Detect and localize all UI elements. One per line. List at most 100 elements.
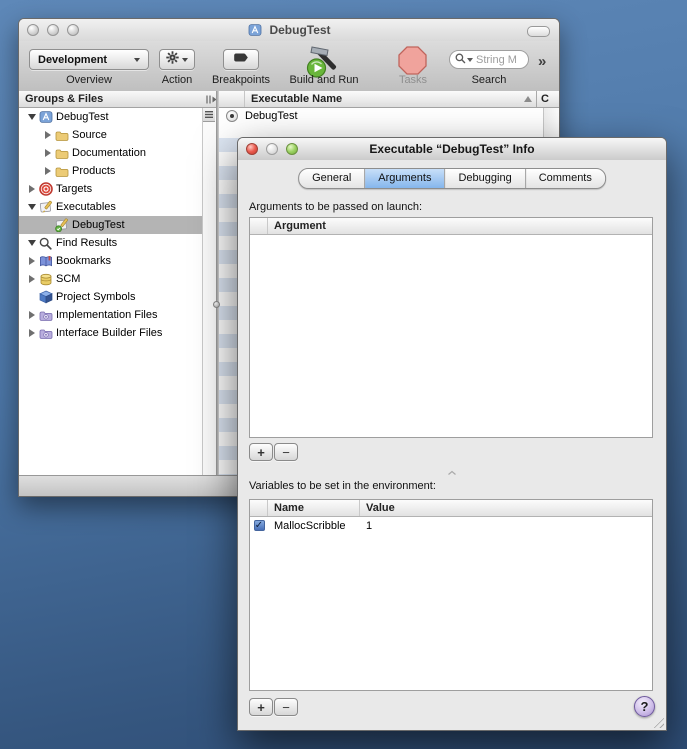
tab-arguments[interactable]: Arguments (364, 169, 444, 188)
overview-popup[interactable]: Development (29, 49, 149, 70)
add-variable-button[interactable]: + (249, 698, 273, 716)
sidebar-item-debugtest[interactable]: DebugTest (19, 108, 203, 126)
sidebar-scrollbar[interactable] (202, 108, 216, 476)
cube-icon (38, 290, 53, 304)
disclosure-triangle[interactable] (25, 114, 38, 120)
argument-column-header[interactable]: Argument (268, 218, 652, 234)
breakpoint-icon (233, 51, 250, 69)
database-icon (38, 272, 53, 286)
executable-info-window: Executable “DebugTest” Info GeneralArgum… (237, 137, 667, 731)
executable-name-column-header[interactable]: Executable Name (245, 91, 537, 107)
action-button[interactable] (159, 49, 195, 70)
table-row[interactable]: ✓MallocScribble1 (250, 517, 652, 534)
variable-value-cell[interactable]: 1 (360, 520, 652, 532)
section-resize-handle[interactable] (447, 463, 457, 481)
executable-name: DebugTest (245, 110, 298, 122)
executable-icon (38, 200, 53, 214)
sidebar-item-targets[interactable]: Targets (19, 180, 203, 198)
value-column-header[interactable]: Value (360, 500, 652, 516)
remove-variable-button[interactable]: − (274, 698, 298, 716)
tasks-label: Tasks (390, 74, 436, 86)
build-and-run-label: Build and Run (281, 74, 367, 86)
disclosure-triangle[interactable] (25, 185, 38, 193)
window-resize-grip[interactable] (651, 715, 664, 728)
disclosure-triangle[interactable] (25, 257, 38, 265)
active-executable-radio[interactable] (226, 110, 238, 122)
sidebar-item-documentation[interactable]: Documentation (19, 144, 203, 162)
xcode-app-icon (247, 23, 262, 37)
sidebar-item-bookmarks[interactable]: Bookmarks (19, 252, 203, 270)
arguments-table[interactable]: Argument (249, 217, 653, 438)
disclosure-triangle[interactable] (25, 240, 38, 246)
disclosure-triangle[interactable] (25, 311, 38, 319)
sidebar-item-project-symbols[interactable]: Project Symbols (19, 288, 203, 306)
breakpoints-button[interactable] (223, 49, 259, 70)
magnifier-icon (38, 236, 53, 250)
sidebar-item-products[interactable]: Products (19, 162, 203, 180)
sidebar-item-source[interactable]: Source (19, 126, 203, 144)
variable-enabled-column-header[interactable] (250, 500, 268, 516)
comments-column-header[interactable]: C (537, 91, 559, 107)
breakpoints-label: Breakpoints (205, 74, 277, 86)
active-executable-column-header[interactable] (219, 91, 245, 107)
desktop: { "colors": { "desktop_blue": "#4c76a6",… (0, 0, 687, 749)
tab-debugging[interactable]: Debugging (444, 169, 524, 188)
sidebar-item-label: SCM (56, 273, 80, 285)
toolbar-toggle-pill[interactable] (527, 26, 550, 37)
project-window-titlebar[interactable]: DebugTest (19, 19, 559, 41)
variables-table[interactable]: Name Value ✓MallocScribble1 (249, 499, 653, 691)
sidebar-splitter-handle[interactable] (213, 301, 220, 308)
build-and-run-button[interactable] (303, 44, 343, 78)
arguments-table-body[interactable] (250, 235, 652, 437)
gear-icon (166, 51, 179, 69)
search-input[interactable] (476, 54, 526, 66)
add-argument-button[interactable]: + (249, 443, 273, 461)
target-icon (38, 182, 53, 196)
disclosure-triangle[interactable] (25, 204, 38, 210)
disclosure-triangle[interactable] (25, 329, 38, 337)
sidebar-tree: DebugTest Source DocumentationProducts Targ… (19, 108, 203, 476)
info-window-titlebar[interactable]: Executable “DebugTest” Info (238, 138, 666, 161)
sidebar-item-label: Source (72, 129, 107, 141)
sidebar-item-debugtest[interactable]: DebugTest (19, 216, 203, 234)
sidebar-item-label: Targets (56, 183, 92, 195)
sidebar-item-label: Interface Builder Files (56, 327, 162, 339)
executables-header: Executable Name C (219, 91, 559, 108)
chevron-down-icon (182, 58, 188, 62)
sidebar-item-label: Executables (56, 201, 116, 213)
project-icon (38, 110, 53, 124)
disclosure-triangle[interactable] (41, 131, 54, 139)
sidebar-item-executables[interactable]: Executables (19, 198, 203, 216)
variable-enabled-checkbox[interactable]: ✓ (254, 520, 265, 531)
sidebar-item-label: DebugTest (72, 219, 125, 231)
executable-row[interactable]: DebugTest (219, 108, 543, 124)
sidebar-item-scm[interactable]: SCM (19, 270, 203, 288)
remove-argument-button[interactable]: − (274, 443, 298, 461)
search-icon (455, 51, 466, 69)
project-window-title: DebugTest (19, 23, 559, 37)
toolbar-overflow-chevron[interactable]: » (538, 53, 545, 70)
sidebar-header[interactable]: Groups & Files (19, 91, 219, 108)
sidebar-item-find-results[interactable]: Find Results (19, 234, 203, 252)
sidebar-item-implementation-files[interactable]: Implementation Files (19, 306, 203, 324)
tab-comments[interactable]: Comments (525, 169, 605, 188)
name-column-header[interactable]: Name (268, 500, 360, 516)
variable-name-cell[interactable]: MallocScribble (268, 520, 360, 532)
tasks-stop-button[interactable] (397, 45, 428, 76)
toolbar: Development Overview Action Breakpoints … (19, 41, 559, 92)
book-icon (38, 254, 53, 268)
help-button[interactable]: ? (634, 696, 655, 717)
sidebar-item-label: Find Results (56, 237, 117, 249)
sidebar-item-interface-builder-files[interactable]: Interface Builder Files (19, 324, 203, 342)
tab-bar: GeneralArgumentsDebuggingComments (298, 168, 606, 189)
search-field[interactable] (449, 50, 529, 69)
tab-general[interactable]: General (299, 169, 364, 188)
list-view-icon[interactable] (203, 108, 215, 122)
argument-enabled-column-header[interactable] (250, 218, 268, 234)
variables-section-label: Variables to be set in the environment: (249, 480, 436, 492)
search-label: Search (459, 74, 519, 86)
disclosure-triangle[interactable] (25, 275, 38, 283)
disclosure-triangle[interactable] (41, 167, 54, 175)
variables-table-body[interactable]: ✓MallocScribble1 (250, 517, 652, 690)
disclosure-triangle[interactable] (41, 149, 54, 157)
